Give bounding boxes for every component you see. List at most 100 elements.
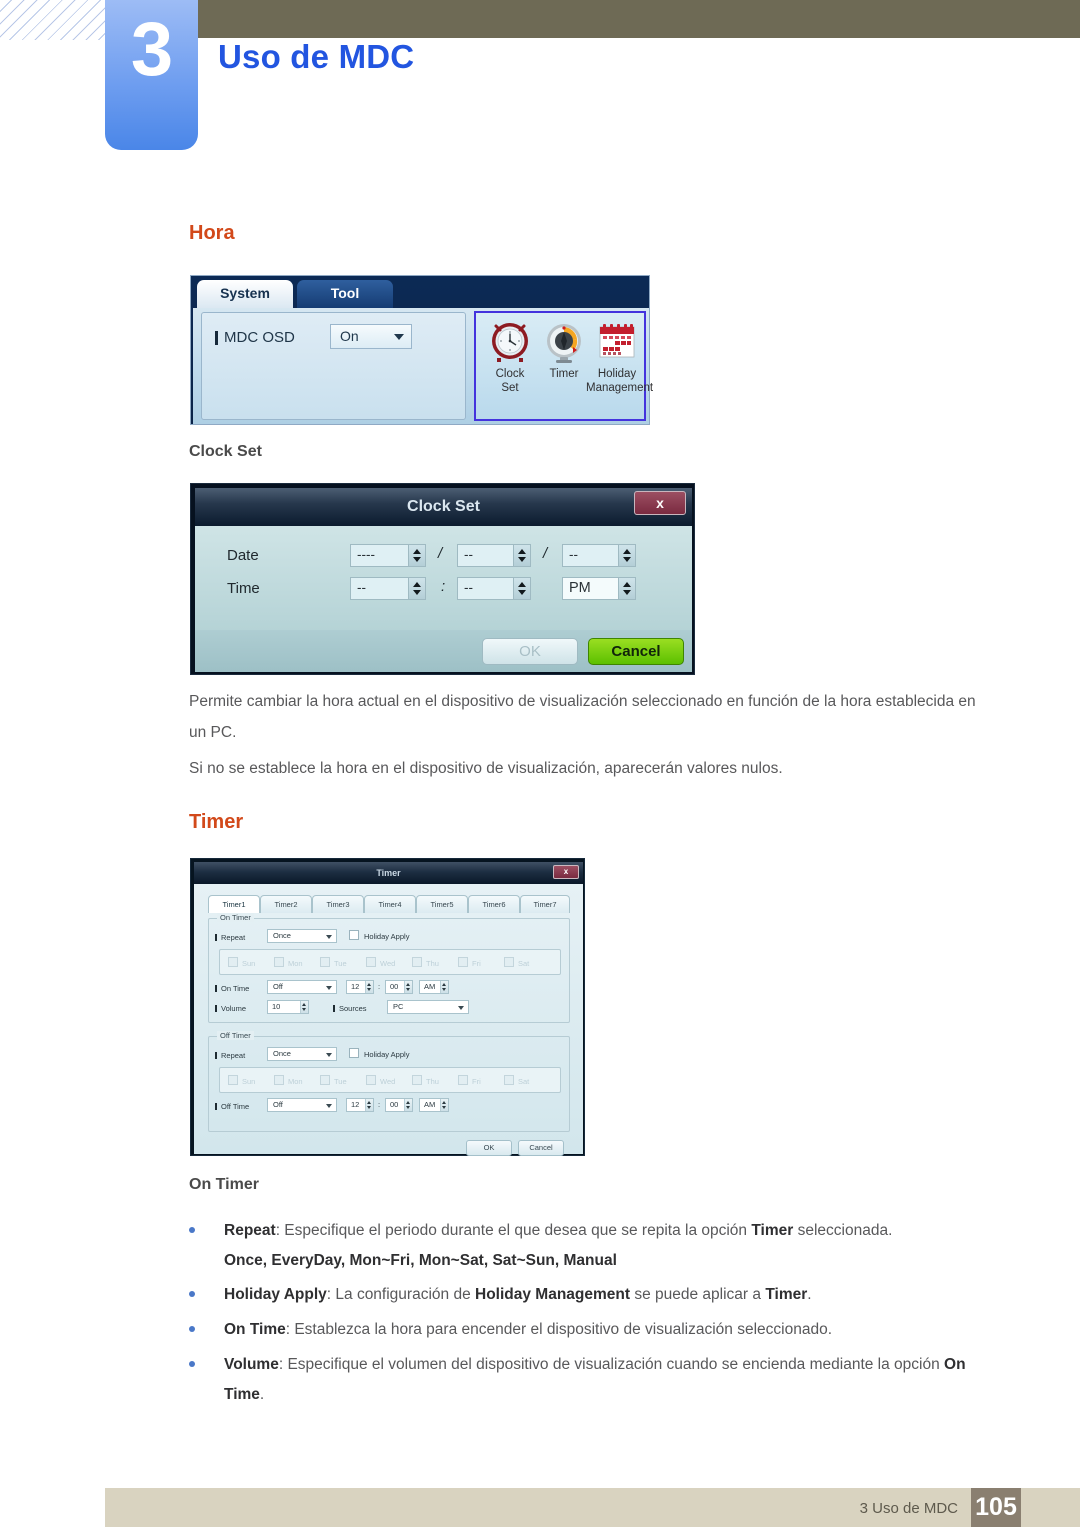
tab-timer2[interactable]: Timer2 <box>260 895 312 913</box>
time-label: Time <box>227 580 260 597</box>
spinner-arrows-icon[interactable] <box>618 545 635 566</box>
date-separator-2: / <box>543 545 548 562</box>
spinner-arrows-icon[interactable] <box>440 1099 448 1111</box>
on-holiday-apply-checkbox[interactable] <box>349 930 359 940</box>
off-time-ampm-stepper[interactable]: AM <box>419 1098 449 1112</box>
spinner-arrows-icon[interactable] <box>404 981 412 993</box>
timer-dialog-title: Timer <box>376 868 401 878</box>
off-day-checkbox-fri[interactable] <box>458 1075 468 1085</box>
on-time-colon: : <box>378 982 381 991</box>
tab-timer5[interactable]: Timer5 <box>416 895 468 913</box>
tab-timer4[interactable]: Timer4 <box>364 895 416 913</box>
off-day-label-fri: Fri <box>472 1077 481 1086</box>
timer-ok-button[interactable]: OK <box>466 1140 512 1156</box>
spinner-arrows-icon[interactable] <box>513 578 530 599</box>
off-day-checkbox-wed[interactable] <box>366 1075 376 1085</box>
date-day-stepper[interactable]: -- <box>562 544 636 567</box>
alarm-clock-icon <box>492 323 528 362</box>
close-icon[interactable]: x <box>634 491 686 515</box>
close-icon[interactable]: x <box>553 865 579 879</box>
spinner-arrows-icon[interactable] <box>618 578 635 599</box>
spinner-arrows-icon[interactable] <box>365 1099 373 1111</box>
off-timer-group: Off Timer Repeat Once Holiday Apply Sun … <box>208 1031 570 1132</box>
time-hour-stepper[interactable]: -- <box>350 577 426 600</box>
subsection-heading-on-timer: On Timer <box>189 1176 259 1193</box>
spinner-arrows-icon[interactable] <box>300 1001 308 1013</box>
off-day-checkbox-sat[interactable] <box>504 1075 514 1085</box>
on-day-checkbox-mon[interactable] <box>274 957 284 967</box>
time-ampm-stepper[interactable]: PM <box>562 577 636 600</box>
off-day-label-mon: Mon <box>288 1077 303 1086</box>
on-day-checkbox-wed[interactable] <box>366 957 376 967</box>
on-time-dropdown[interactable]: Off <box>267 980 337 994</box>
spinner-arrows-icon[interactable] <box>408 545 425 566</box>
on-volume-stepper[interactable]: 10 <box>267 1000 309 1014</box>
tab-timer1[interactable]: Timer1 <box>208 895 260 913</box>
on-day-checkbox-thu[interactable] <box>412 957 422 967</box>
time-minute-stepper[interactable]: -- <box>457 577 531 600</box>
mdc-tab-strip: System Tool <box>191 276 649 308</box>
spinner-arrows-icon[interactable] <box>404 1099 412 1111</box>
tab-timer6[interactable]: Timer6 <box>468 895 520 913</box>
on-time-minute-stepper[interactable]: 00 <box>385 980 413 994</box>
chevron-down-icon <box>326 935 332 939</box>
cancel-button[interactable]: Cancel <box>588 638 684 665</box>
off-day-label-sat: Sat <box>518 1077 530 1086</box>
clock-set-button[interactable]: Clock Set <box>482 317 538 394</box>
off-repeat-dropdown[interactable]: Once <box>267 1047 337 1061</box>
off-time-colon: : <box>378 1100 381 1109</box>
off-day-checkbox-thu[interactable] <box>412 1075 422 1085</box>
mdc-osd-dropdown[interactable]: On <box>330 324 412 349</box>
bullet-repeat-term: Repeat <box>224 1222 276 1239</box>
spinner-arrows-icon[interactable] <box>365 981 373 993</box>
on-time-ampm-stepper[interactable]: AM <box>419 980 449 994</box>
off-time-dropdown[interactable]: Off <box>267 1098 337 1112</box>
off-day-checkbox-sun[interactable] <box>228 1075 238 1085</box>
off-holiday-apply-checkbox[interactable] <box>349 1048 359 1058</box>
calendar-icon <box>599 324 635 358</box>
on-day-label-mon: Mon <box>288 959 303 968</box>
on-day-checkbox-fri[interactable] <box>458 957 468 967</box>
on-day-checkbox-tue[interactable] <box>320 957 330 967</box>
off-day-checkbox-mon[interactable] <box>274 1075 284 1085</box>
tab-timer7[interactable]: Timer7 <box>520 895 570 913</box>
timer-button[interactable]: Timer <box>536 317 592 382</box>
timer-titlebar: Timer x <box>194 862 583 884</box>
chevron-down-icon <box>326 986 332 990</box>
off-time-minute-value: 00 <box>390 1100 399 1109</box>
on-day-checkbox-sat[interactable] <box>504 957 514 967</box>
chapter-number: 3 <box>130 7 173 92</box>
clock-set-dialog-footer: OK Cancel <box>195 630 692 672</box>
on-day-label-thu: Thu <box>426 959 439 968</box>
ok-button[interactable]: OK <box>482 638 578 665</box>
off-day-label-tue: Tue <box>334 1077 347 1086</box>
tab-timer3[interactable]: Timer3 <box>312 895 364 913</box>
date-year-value: ---- <box>357 547 375 562</box>
on-time-hour-stepper[interactable]: 12 <box>346 980 374 994</box>
off-day-checkbox-tue[interactable] <box>320 1075 330 1085</box>
off-time-minute-stepper[interactable]: 00 <box>385 1098 413 1112</box>
bullet-dot-icon <box>189 1291 195 1297</box>
clock-set-dialog-title: Clock Set <box>407 498 480 515</box>
spinner-arrows-icon[interactable] <box>513 545 530 566</box>
on-day-checkbox-sun[interactable] <box>228 957 238 967</box>
on-repeat-dropdown[interactable]: Once <box>267 929 337 943</box>
holiday-management-button[interactable]: Holiday Management <box>586 317 653 394</box>
spinner-arrows-icon[interactable] <box>408 578 425 599</box>
bullet-dot-icon <box>189 1326 195 1332</box>
chapter-number-block: 3 <box>105 0 198 150</box>
timer-cancel-button[interactable]: Cancel <box>518 1140 564 1156</box>
spinner-arrows-icon[interactable] <box>440 981 448 993</box>
tab-system[interactable]: System <box>197 280 293 308</box>
bullet-holiday-apply: Holiday Apply: La configuración de Holid… <box>189 1280 989 1310</box>
date-month-stepper[interactable]: -- <box>457 544 531 567</box>
on-sources-dropdown[interactable]: PC <box>387 1000 469 1014</box>
tab-tool[interactable]: Tool <box>297 280 393 308</box>
date-year-stepper[interactable]: ---- <box>350 544 426 567</box>
off-time-hour-stepper[interactable]: 12 <box>346 1098 374 1112</box>
time-minute-value: -- <box>464 580 473 595</box>
on-time-ampm-value: AM <box>424 982 436 991</box>
section-heading-hora: Hora <box>189 222 235 244</box>
off-time-ampm-value: AM <box>424 1100 436 1109</box>
off-time-value: Off <box>273 1100 283 1109</box>
